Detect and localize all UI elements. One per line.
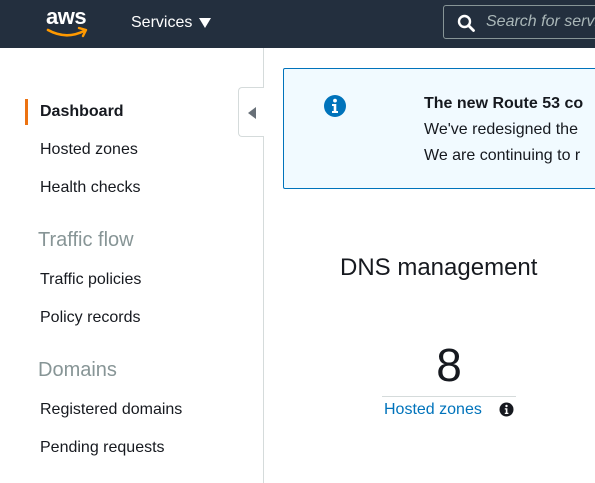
chevron-left-icon <box>248 107 256 119</box>
sidebar-item-pending-requests[interactable]: Pending requests <box>40 438 165 458</box>
sidebar-item-registered-domains[interactable]: Registered domains <box>40 400 182 420</box>
sidebar-item-health-checks[interactable]: Health checks <box>40 178 141 198</box>
sidebar-section-traffic-flow: Traffic flow <box>38 229 134 251</box>
sidebar-item-hosted-zones[interactable]: Hosted zones <box>40 140 138 160</box>
active-item-indicator <box>25 99 28 125</box>
search-box[interactable] <box>443 5 595 39</box>
sidebar-section-domains: Domains <box>38 359 117 381</box>
sidebar-item-dashboard[interactable]: Dashboard <box>40 102 124 122</box>
banner-line: We've redesigned the <box>424 121 578 138</box>
dns-management-title: DNS management <box>340 254 538 281</box>
stat-divider <box>382 396 516 397</box>
info-circle-icon[interactable] <box>499 402 514 417</box>
hosted-zones-link[interactable]: Hosted zones <box>384 400 482 420</box>
services-menu-button[interactable]: Services <box>131 13 212 33</box>
sidebar-item-traffic-policies[interactable]: Traffic policies <box>40 270 141 290</box>
services-label: Services <box>131 14 193 31</box>
info-circle-icon <box>324 95 346 117</box>
search-icon <box>457 14 475 32</box>
top-navigation-bar: aws Services <box>0 0 595 48</box>
aws-logo-text: aws <box>46 4 87 29</box>
collapse-sidebar-button[interactable] <box>238 87 264 137</box>
sidebar-navigation: Dashboard Hosted zones Health checks Tra… <box>0 48 264 483</box>
search-input[interactable] <box>486 6 595 38</box>
aws-logo[interactable]: aws <box>46 6 90 40</box>
banner-title: The new Route 53 co <box>424 95 584 112</box>
hosted-zones-count: 8 <box>436 339 462 391</box>
banner-line: We are continuing to r <box>424 147 581 164</box>
aws-smile-icon <box>46 26 88 38</box>
info-banner: The new Route 53 co We've redesigned the… <box>283 68 595 189</box>
sidebar-item-policy-records[interactable]: Policy records <box>40 308 140 328</box>
caret-down-icon <box>199 18 212 28</box>
